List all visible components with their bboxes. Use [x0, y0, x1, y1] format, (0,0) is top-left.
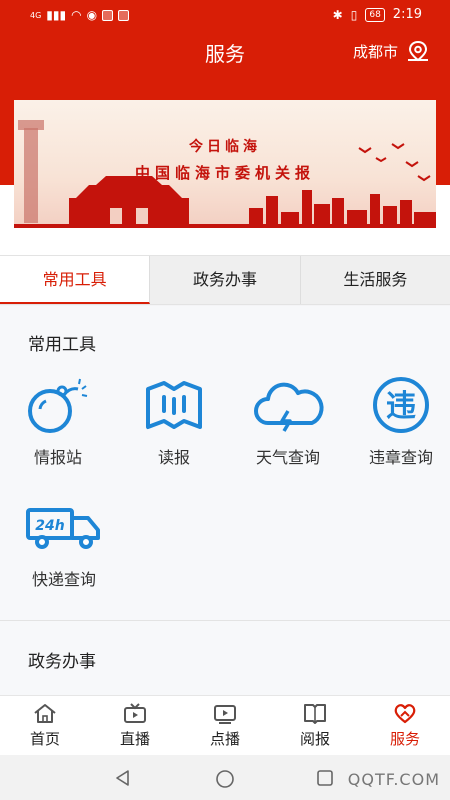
nav-live[interactable]: 直播: [90, 696, 180, 755]
section-title-common-tools: 常用工具: [28, 335, 96, 355]
nav-home[interactable]: 首页: [0, 696, 90, 755]
status-bar: 4G ▮▮▮ ◠ ◉ ✱ ▯ 68 2:19: [0, 0, 450, 30]
svg-text:违: 违: [386, 389, 416, 424]
watermark: QQTF.COM: [347, 770, 440, 789]
banner-title: 今日临海: [189, 139, 261, 155]
tool-label: 违章查询: [368, 448, 433, 467]
eye-icon: ◉: [86, 8, 98, 22]
city-label: 成都市: [352, 42, 398, 61]
nav-label: 直播: [119, 730, 150, 748]
nav-vod[interactable]: 点播: [180, 696, 270, 755]
signal-bars-icon: ▮▮▮: [46, 8, 67, 22]
violation-icon: 违: [373, 377, 429, 433]
vibrate-icon: ▯: [350, 7, 358, 22]
tool-label: 情报站: [33, 448, 82, 467]
recents-icon[interactable]: [316, 769, 334, 787]
bluetooth-icon: ✱: [332, 7, 343, 22]
section-title-government: 政务办事: [28, 652, 96, 672]
book-icon: [304, 704, 326, 724]
city-selector[interactable]: 成都市: [353, 40, 430, 62]
tool-label: 天气查询: [255, 448, 320, 467]
tool-label: 读报: [157, 448, 190, 467]
tool-read-paper[interactable]: 读报: [118, 374, 230, 468]
tab-life-services[interactable]: 生活服务: [301, 256, 450, 304]
tab-common-tools[interactable]: 常用工具: [0, 256, 151, 304]
back-icon[interactable]: [114, 769, 132, 787]
nav-read-paper[interactable]: 阅报: [270, 696, 360, 755]
banner-subtitle: 中国临海市委机关报: [134, 164, 315, 182]
notification-icon: [102, 9, 114, 21]
app-notification-icon: [118, 9, 130, 21]
section-divider: [0, 620, 450, 621]
tool-violation[interactable]: 违 违章查询: [345, 374, 450, 468]
home-button-icon[interactable]: [215, 769, 235, 789]
tool-intel-station[interactable]: 情报站: [2, 374, 114, 468]
nav-services[interactable]: 服务: [360, 696, 450, 755]
home-icon: [34, 704, 56, 723]
location-pin-icon: [408, 40, 428, 62]
play-icon: [214, 705, 236, 724]
bottom-navigation: 首页 直播 点播 阅报 服务: [0, 695, 450, 755]
nav-label: 首页: [29, 730, 60, 748]
weather-cloud-icon: [254, 382, 324, 432]
bomb-icon: [28, 378, 88, 433]
signal-indicator: 4G: [30, 10, 42, 20]
svg-text:24h: 24h: [35, 518, 64, 534]
clock: 2:19: [392, 7, 422, 22]
category-tabs: 常用工具 政务办事 生活服务: [0, 255, 450, 305]
battery-icon: 68: [365, 7, 385, 22]
wifi-icon: ◠: [71, 8, 82, 22]
delivery-truck-icon: 24h: [26, 508, 100, 549]
heart-icon: [394, 704, 416, 724]
map-icon: [146, 381, 202, 429]
promo-banner[interactable]: 今日临海 中国临海市委机关报: [14, 100, 436, 228]
tool-weather[interactable]: 天气查询: [232, 374, 344, 468]
nav-label: 阅报: [299, 730, 330, 748]
tv-icon: [124, 703, 146, 723]
tab-government[interactable]: 政务办事: [150, 256, 301, 304]
nav-label: 点播: [209, 730, 240, 748]
nav-label: 服务: [389, 730, 420, 748]
tool-label: 快递查询: [31, 570, 96, 589]
tool-delivery[interactable]: 24h 快递查询: [8, 496, 120, 590]
